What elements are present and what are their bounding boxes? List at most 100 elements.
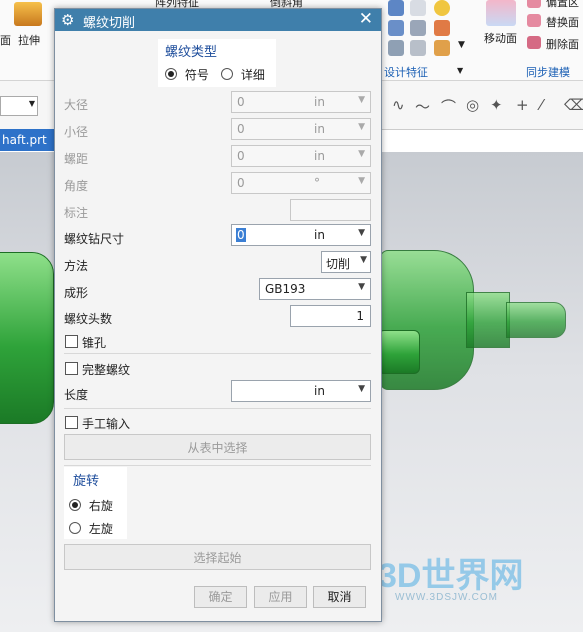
length-label: 长度 bbox=[64, 388, 89, 402]
radio-left-hand[interactable]: 左旋 bbox=[69, 520, 113, 537]
feature-icon-8[interactable] bbox=[410, 40, 426, 56]
method-value: 切削 bbox=[326, 257, 351, 271]
sync-modeling-group[interactable]: 同步建模 bbox=[526, 64, 570, 80]
radio-detailed-dot[interactable] bbox=[221, 68, 233, 80]
full-thread-label: 完整螺纹 bbox=[82, 363, 131, 377]
minor-diameter-value: 0 bbox=[237, 122, 245, 136]
shaft-part-left[interactable] bbox=[0, 252, 54, 424]
full-thread-checkbox[interactable] bbox=[65, 362, 78, 375]
pitch-value: 0 bbox=[237, 149, 245, 163]
chevron-down-icon: ▼ bbox=[358, 95, 365, 105]
radio-symbolic[interactable]: 符号 bbox=[165, 66, 209, 83]
move-face-label[interactable]: 移动面 bbox=[484, 30, 517, 46]
feature-icon-5[interactable] bbox=[410, 20, 426, 36]
angle-label: 角度 bbox=[64, 179, 89, 193]
rotation-title: 旋转 bbox=[73, 474, 100, 489]
chevron-down-icon[interactable]: ▼ bbox=[360, 255, 367, 265]
radio-right-hand[interactable]: 右旋 bbox=[69, 497, 113, 514]
chevron-down-icon: ▼ bbox=[358, 122, 365, 132]
thread-dialog: ⚙ 螺纹切削 ✕ 螺纹类型 符号 详细 大径 0 in ▼ 小径 0 in ▼ … bbox=[54, 8, 382, 622]
radio-left-hand-label: 左旋 bbox=[88, 522, 113, 536]
method-select[interactable]: 切削 ▼ bbox=[321, 251, 371, 273]
manual-input-checkbox[interactable] bbox=[65, 416, 78, 429]
filter-combo[interactable]: ▼ bbox=[0, 96, 38, 116]
replace-face-icon[interactable] bbox=[527, 14, 541, 27]
length-field[interactable]: in ▼ bbox=[231, 380, 371, 402]
radio-right-hand-label: 右旋 bbox=[88, 499, 113, 513]
group-menu-arrow-icon[interactable]: ▼ bbox=[457, 66, 463, 75]
tap-drill-field[interactable]: 0 in ▼ bbox=[231, 224, 371, 246]
pitch-label: 螺距 bbox=[64, 152, 89, 166]
feature-icon-1[interactable] bbox=[388, 0, 404, 16]
ribbon-extrude-label[interactable]: 拉伸 bbox=[18, 32, 40, 48]
close-icon[interactable]: ✕ bbox=[359, 9, 373, 29]
feature-icon-6[interactable] bbox=[434, 20, 450, 36]
forming-label: 成形 bbox=[64, 286, 89, 300]
plus-icon[interactable]: + bbox=[516, 96, 529, 114]
file-tab[interactable]: haft.prt bbox=[0, 129, 56, 151]
feature-icon-7[interactable] bbox=[388, 40, 404, 56]
minor-diameter-label: 小径 bbox=[64, 125, 89, 139]
chevron-down-icon[interactable]: ▼ bbox=[358, 228, 365, 238]
choose-from-table-button[interactable]: 从表中选择 bbox=[64, 434, 371, 460]
circle-icon[interactable]: ◎ bbox=[466, 96, 479, 114]
ok-button[interactable]: 确定 bbox=[194, 586, 247, 608]
thread-type-group: 螺纹类型 符号 详细 bbox=[158, 39, 276, 87]
divider bbox=[64, 465, 371, 466]
radio-detailed[interactable]: 详细 bbox=[221, 66, 265, 83]
delete-face-icon[interactable] bbox=[527, 36, 541, 49]
feature-icon-9[interactable] bbox=[434, 40, 450, 56]
cancel-button[interactable]: 取消 bbox=[313, 586, 366, 608]
chevron-down-icon: ▼ bbox=[358, 176, 365, 186]
point-icon[interactable]: ✦ bbox=[490, 96, 503, 114]
radio-detailed-label: 详细 bbox=[240, 68, 265, 82]
replace-face-label[interactable]: 替换面 bbox=[546, 14, 579, 30]
curve-icon[interactable]: 〜 bbox=[415, 96, 430, 117]
offset-region-icon[interactable] bbox=[527, 0, 541, 8]
spline-icon[interactable]: ∿ bbox=[392, 96, 405, 114]
eraser-icon[interactable]: ⌫ bbox=[564, 96, 583, 114]
chevron-down-icon[interactable]: ▼ bbox=[358, 384, 365, 394]
major-diameter-unit: in bbox=[314, 95, 325, 109]
tapered-checkbox[interactable] bbox=[65, 335, 78, 348]
major-diameter-value: 0 bbox=[237, 95, 245, 109]
forming-select[interactable]: GB193 ▼ bbox=[259, 278, 371, 300]
dialog-titlebar[interactable]: ⚙ 螺纹切削 ✕ bbox=[55, 9, 381, 31]
chevron-down-icon: ▼ bbox=[28, 99, 35, 108]
select-start-button[interactable]: 选择起始 bbox=[64, 544, 371, 570]
callout-field bbox=[290, 199, 371, 221]
delete-face-label[interactable]: 删除面 bbox=[546, 36, 579, 52]
feature-icon-2[interactable] bbox=[410, 0, 426, 16]
radio-left-hand-dot[interactable] bbox=[69, 522, 81, 534]
starts-input[interactable]: 1 bbox=[290, 305, 371, 327]
minor-diameter-field: 0 in ▼ bbox=[231, 118, 371, 140]
method-label: 方法 bbox=[64, 259, 89, 273]
shaft-part-right-step[interactable] bbox=[466, 292, 510, 348]
sphere-icon[interactable] bbox=[434, 0, 450, 16]
more-arrow-icon[interactable]: ▼ bbox=[458, 40, 465, 50]
move-face-icon[interactable] bbox=[486, 0, 516, 26]
design-feature-group[interactable]: 设计特征 bbox=[384, 64, 428, 80]
gear-icon: ⚙ bbox=[61, 11, 75, 29]
shaft-part-right-end[interactable] bbox=[506, 302, 566, 338]
watermark-brand: 3D世界网 bbox=[378, 557, 524, 595]
ribbon-face-label: 面 bbox=[0, 34, 11, 47]
tap-drill-unit[interactable]: in bbox=[314, 228, 325, 242]
shaft-part-small-cylinder[interactable] bbox=[378, 330, 420, 374]
forming-value: GB193 bbox=[265, 282, 306, 296]
length-unit: in bbox=[314, 384, 325, 398]
callout-label: 标注 bbox=[64, 206, 89, 220]
extrude-icon[interactable] bbox=[14, 2, 42, 26]
chevron-down-icon[interactable]: ▼ bbox=[358, 282, 365, 292]
apply-button[interactable]: 应用 bbox=[254, 586, 307, 608]
feature-icon-4[interactable] bbox=[388, 20, 404, 36]
radio-symbolic-dot[interactable] bbox=[165, 68, 177, 80]
major-diameter-field: 0 in ▼ bbox=[231, 91, 371, 113]
tap-drill-value[interactable]: 0 bbox=[236, 228, 246, 242]
arc-icon[interactable]: ⌒ bbox=[441, 96, 456, 117]
tap-drill-label: 螺纹钻尺寸 bbox=[64, 232, 125, 246]
offset-region-label[interactable]: 偏置区 bbox=[546, 0, 579, 10]
starts-value[interactable]: 1 bbox=[356, 309, 364, 323]
line-icon[interactable]: ⁄ bbox=[540, 96, 543, 114]
radio-right-hand-dot[interactable] bbox=[69, 499, 81, 511]
